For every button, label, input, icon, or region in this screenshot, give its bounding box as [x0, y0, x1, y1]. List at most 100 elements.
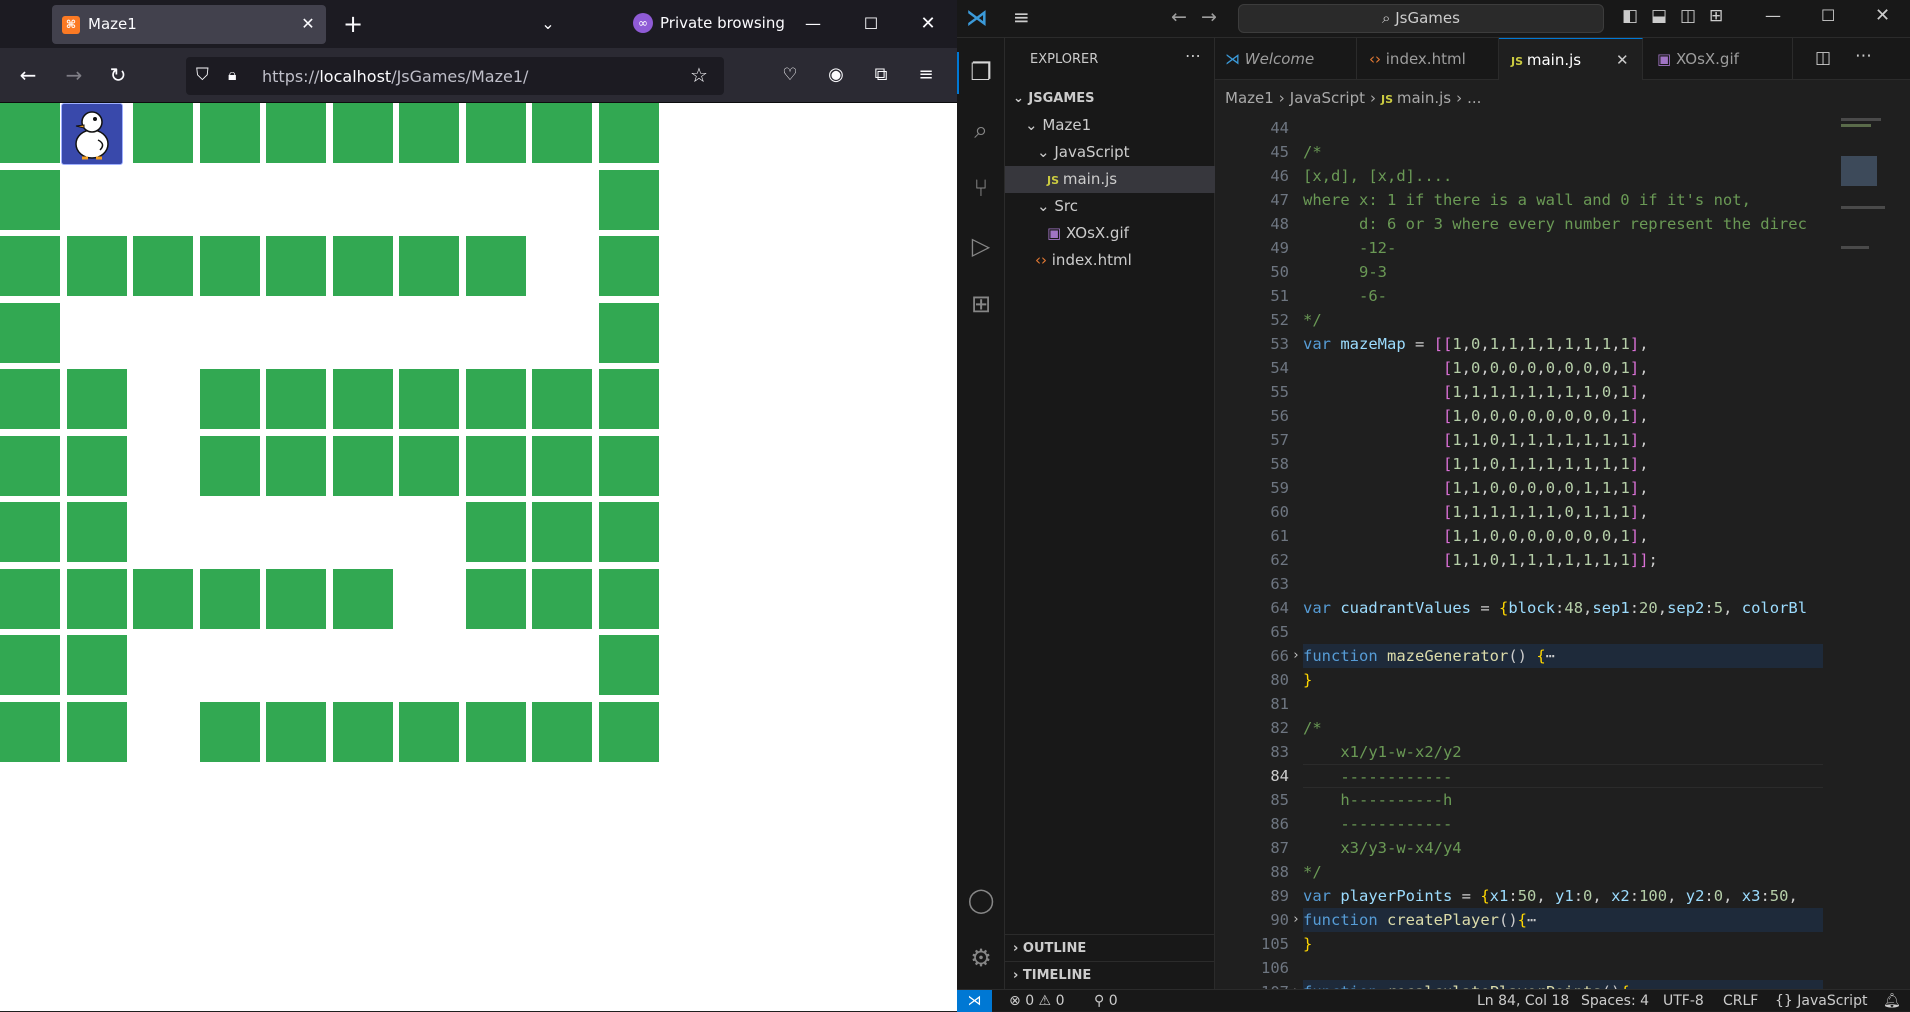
fold-chevron-icon[interactable]: › — [1289, 644, 1303, 668]
breadcrumb-item[interactable]: ... — [1467, 89, 1481, 107]
tree-file-label: index.html — [1051, 251, 1132, 269]
outline-section[interactable]: › OUTLINE — [1005, 934, 1215, 961]
breadcrumb-item[interactable]: Maze1 — [1215, 89, 1274, 107]
line-number: 54 — [1270, 359, 1289, 377]
search-view-icon[interactable]: ⌕ — [957, 106, 1005, 154]
tree-folder-src[interactable]: ⌄ Src — [1005, 193, 1215, 220]
accounts-icon[interactable]: ◯ — [957, 876, 1005, 924]
tab-index-html[interactable]: ‹› index.html — [1357, 38, 1499, 80]
tree-root[interactable]: ⌄ JSGAMES — [1005, 85, 1215, 112]
tab-welcome[interactable]: ⋊ Welcome — [1215, 38, 1357, 80]
toggle-sidebar-icon[interactable]: ◧ — [1622, 6, 1638, 26]
code-line: h----------h — [1303, 791, 1453, 809]
run-debug-icon[interactable]: ▷ — [957, 222, 1005, 270]
line-number: 56 — [1270, 407, 1289, 425]
encoding[interactable]: UTF-8 — [1663, 990, 1704, 1012]
pocket-icon[interactable]: ♡ — [775, 60, 805, 90]
maximize-icon[interactable]: ☐ — [856, 9, 886, 39]
lock-icon[interactable]: 🔒︎ — [228, 65, 237, 85]
maze-wall-block — [0, 436, 60, 496]
remote-indicator-icon[interactable]: ⋊ — [957, 990, 992, 1012]
search-icon: ⌕ — [1382, 9, 1396, 27]
list-tabs-icon[interactable]: ⌄ — [533, 9, 563, 39]
cursor-position[interactable]: Ln 84, Col 18 — [1477, 990, 1569, 1012]
tab-xosx-gif[interactable]: ▣ XOsX.gif — [1643, 38, 1793, 80]
fold-chevron-icon[interactable]: › — [1289, 980, 1303, 989]
minimap[interactable] — [1837, 116, 1897, 989]
close-tab-icon[interactable]: ✕ — [296, 12, 320, 36]
nav-back-icon[interactable]: ← — [1171, 6, 1187, 28]
fold-chevron-icon[interactable]: › — [1289, 908, 1303, 932]
minimize-icon[interactable]: — — [798, 9, 828, 39]
vscode-maximize-icon[interactable]: ☐ — [1821, 6, 1835, 25]
split-editor-icon[interactable]: ◫ — [1815, 48, 1831, 68]
language-mode[interactable]: {} JavaScript — [1775, 990, 1867, 1012]
manage-gear-icon[interactable]: ⚙ — [957, 934, 1005, 982]
maze-wall-block — [200, 569, 260, 629]
problems-indicator[interactable]: ⊗ 0 ⚠ 0 — [1009, 990, 1064, 1012]
close-window-icon[interactable]: ✕ — [913, 9, 943, 39]
forward-icon[interactable]: → — [59, 60, 89, 90]
explorer-files-icon[interactable]: ❐ — [957, 48, 1005, 96]
code-editor[interactable]: 44 45 /* 46 [x,d], [x,d].... 47 where x: 1 if … — [1215, 116, 1910, 989]
code-line: d: 6 or 3 where every number represent t… — [1303, 215, 1807, 233]
source-control-icon[interactable]: ⑂ — [957, 164, 1005, 212]
chevron-right-icon: › — [1369, 89, 1376, 107]
notifications-bell-icon[interactable]: 🔔︎ — [1883, 990, 1901, 1012]
maze-wall-block — [466, 502, 526, 562]
shield-icon[interactable]: ⛉ — [196, 65, 209, 85]
vscode-minimize-icon[interactable]: — — [1765, 6, 1781, 25]
timeline-section[interactable]: › TIMELINE — [1005, 961, 1215, 988]
breadcrumb-item[interactable]: JavaScript — [1290, 89, 1365, 107]
nav-forward-icon[interactable]: → — [1201, 6, 1217, 28]
tree-folder-maze1[interactable]: ⌄ Maze1 — [1005, 112, 1215, 139]
tab-main-js[interactable]: JS main.js ✕ — [1499, 38, 1643, 80]
maze-wall-block — [0, 236, 60, 296]
code-line: -6- — [1303, 287, 1387, 305]
ports-indicator[interactable]: ⚲ 0 — [1094, 990, 1118, 1012]
private-mask-icon: ∞ — [633, 13, 653, 33]
maze-wall-block — [599, 170, 659, 230]
toggle-panel-icon[interactable]: ⬓ — [1651, 6, 1667, 26]
indentation[interactable]: Spaces: 4 — [1581, 990, 1649, 1012]
app-menu-icon[interactable]: ≡ — [911, 60, 941, 90]
breadcrumb-item[interactable]: main.js — [1397, 89, 1451, 107]
extensions-view-icon[interactable]: ⊞ — [957, 280, 1005, 328]
tree-folder-label: Maze1 — [1042, 116, 1092, 134]
tree-root-label: JSGAMES — [1028, 91, 1095, 106]
maze-wall-block — [200, 436, 260, 496]
extensions-icon[interactable]: ⧉ — [866, 60, 896, 90]
maze-wall-block — [67, 236, 127, 296]
line-number: 53 — [1270, 335, 1289, 353]
minimap-line — [1841, 118, 1881, 121]
command-center-search[interactable]: ⌕ JsGames — [1238, 4, 1604, 33]
reload-icon[interactable]: ↻ — [103, 60, 133, 90]
url-bar[interactable]: ⛉ 🔒︎ https://localhost/JsGames/Maze1/ ☆ — [186, 57, 724, 95]
close-editor-icon[interactable]: ✕ — [1616, 39, 1629, 81]
error-count: 0 — [1025, 993, 1035, 1009]
new-tab-icon[interactable]: + — [338, 9, 368, 39]
tree-file-main-js[interactable]: JS main.js — [1005, 166, 1215, 193]
tree-file-index-html[interactable]: ‹› index.html — [1005, 247, 1215, 274]
ports-count: 0 — [1108, 993, 1118, 1009]
line-number: 52 — [1270, 311, 1289, 329]
maze-canvas[interactable] — [0, 103, 660, 763]
line-ending[interactable]: CRLF — [1723, 990, 1758, 1012]
back-icon[interactable]: ← — [13, 60, 43, 90]
menu-hamburger-icon[interactable]: ≡ — [1013, 5, 1030, 29]
explorer-more-icon[interactable]: ⋯ — [1185, 46, 1201, 65]
tree-folder-javascript[interactable]: ⌄ JavaScript — [1005, 139, 1215, 166]
browser-tab[interactable]: ⌘ Maze1 ✕ — [52, 5, 326, 44]
maze-wall-block — [532, 103, 592, 163]
tree-file-xosx-gif[interactable]: ▣ XOsX.gif — [1005, 220, 1215, 247]
bookmark-star-icon[interactable]: ☆ — [690, 63, 708, 87]
customize-layout-icon[interactable]: ⊞ — [1709, 6, 1723, 26]
more-actions-icon[interactable]: ⋯ — [1855, 46, 1872, 66]
toggle-secondary-sidebar-icon[interactable]: ◫ — [1680, 6, 1696, 26]
minimap-block — [1841, 156, 1877, 186]
maze-wall-block — [266, 436, 326, 496]
account-icon[interactable]: ◉ — [821, 60, 851, 90]
code-line: var playerPoints = {x1:50, y1:0, x2:100,… — [1303, 887, 1808, 905]
vscode-close-icon[interactable]: ✕ — [1875, 5, 1890, 26]
